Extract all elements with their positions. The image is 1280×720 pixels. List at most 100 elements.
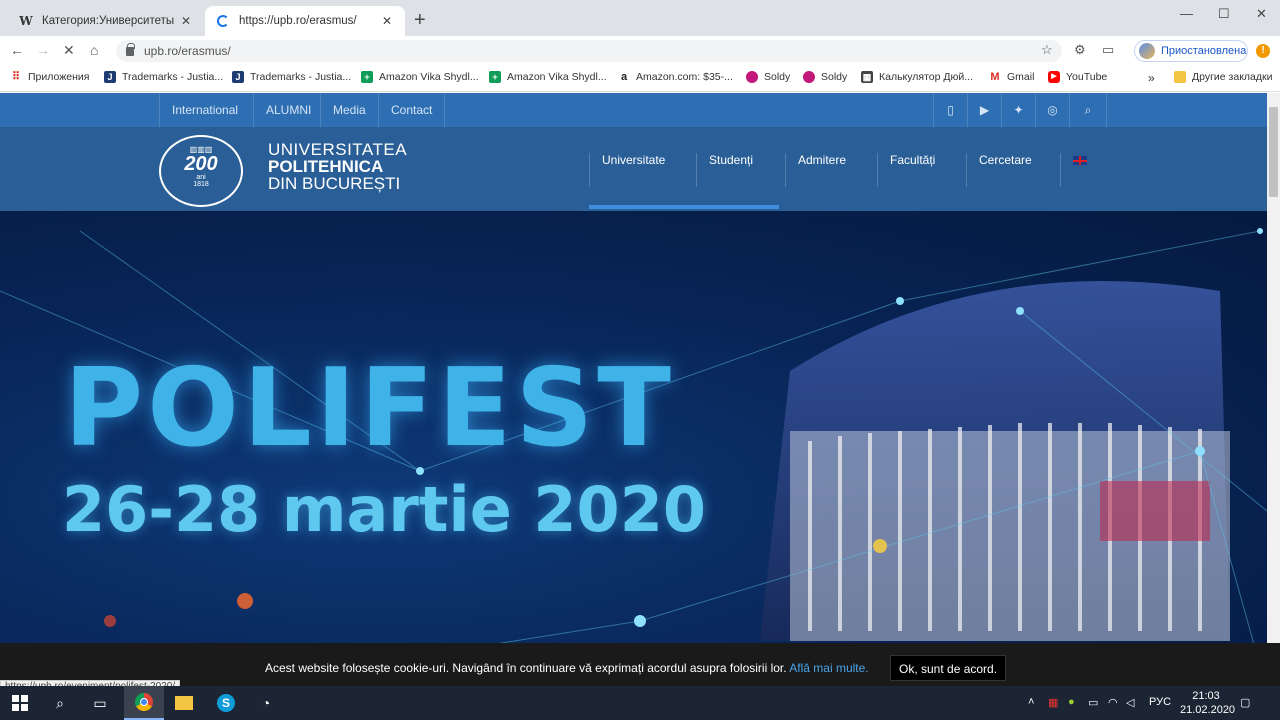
cookie-learn-more-link[interactable]: Află mai multe. — [789, 661, 868, 675]
lock-icon — [126, 42, 135, 56]
page-scrollbar[interactable] — [1267, 93, 1280, 693]
windows-taskbar: ⌕ ▭ S ◔ ˄ ▦ ● ▭ ◠ ◁ РУС 21:03 21.02.2020… — [0, 686, 1280, 720]
bookmark-apps[interactable]: ⠿ Приложения — [10, 71, 89, 83]
bookmark-item[interactable]: + Amazon Vika Shydl... — [361, 71, 479, 83]
bookmark-label: YouTube — [1066, 71, 1108, 83]
bookmarks-bar: ⠿ Приложения J Trademarks - Justia... J … — [0, 66, 1280, 92]
bookmark-star-icon[interactable]: ☆ — [1041, 42, 1053, 58]
bookmark-item[interactable]: M Gmail — [989, 71, 1034, 83]
search-icon[interactable]: ⌕ — [1069, 93, 1107, 127]
justia-icon: J — [104, 71, 116, 83]
folder-icon — [1174, 71, 1186, 83]
bookmark-item[interactable]: Soldy — [746, 71, 790, 83]
main-nav-studenti[interactable]: Studenți — [696, 153, 753, 187]
nav-link-alumni[interactable]: ALUMNI — [253, 93, 323, 127]
cookie-accept-button[interactable]: Ok, sunt de acord. — [890, 655, 1007, 681]
avatar — [1139, 43, 1155, 59]
profile-button[interactable]: Приостановлена — [1134, 40, 1248, 62]
windows-logo-icon — [12, 695, 28, 711]
tab-upb-erasmus[interactable]: https://upb.ro/erasmus/ ✕ — [205, 6, 405, 36]
bookmark-item[interactable]: + Amazon Vika Shydl... — [489, 71, 607, 83]
bookmark-item[interactable]: ▶ YouTube — [1048, 71, 1107, 83]
main-nav-admitere[interactable]: Admitere — [785, 153, 846, 187]
file-explorer-icon[interactable] — [164, 686, 204, 720]
home-icon[interactable]: ⌂ — [90, 42, 98, 58]
skype-icon[interactable]: S — [206, 686, 246, 720]
main-nav-universitate[interactable]: Universitate — [589, 153, 665, 187]
bookmark-label: Trademarks - Justia... — [122, 71, 224, 83]
close-window-button[interactable]: ✕ — [1256, 6, 1267, 22]
nav-link-media[interactable]: Media — [320, 93, 378, 127]
more-bookmarks-button[interactable]: » — [1148, 71, 1155, 85]
maximize-button[interactable]: ☐ — [1218, 6, 1230, 22]
battery-icon[interactable]: ▭ — [1088, 696, 1098, 709]
bookmark-label: Amazon.com: $35-... — [636, 71, 733, 83]
amazon-icon: a — [620, 71, 628, 83]
profile-status: Приостановлена — [1161, 45, 1247, 57]
soldy-icon — [746, 71, 758, 83]
nav-link-international[interactable]: International — [159, 93, 250, 127]
bookmark-item[interactable]: J Trademarks - Justia... — [104, 71, 223, 83]
tab-title: https://upb.ro/erasmus/ — [239, 15, 357, 27]
bookmark-item[interactable]: a Amazon.com: $35-... — [618, 71, 733, 83]
new-tab-button[interactable]: + — [414, 10, 426, 30]
twitter-icon[interactable]: ✦ — [1001, 93, 1035, 127]
tray-app-icon[interactable]: ▦ — [1048, 696, 1058, 709]
app-taskbar-icon[interactable]: ◔ — [246, 686, 286, 720]
chrome-taskbar-icon[interactable] — [124, 686, 164, 720]
site-top-bar: International ALUMNI Media Contact ▯ ▶ ✦… — [0, 93, 1267, 127]
show-hidden-icons[interactable]: ˄ — [1028, 696, 1034, 708]
wifi-icon[interactable]: ◠ — [1108, 696, 1118, 709]
bookmark-label: Gmail — [1007, 71, 1035, 83]
tray-shield-icon[interactable]: ● — [1068, 696, 1075, 708]
active-nav-indicator — [589, 205, 779, 209]
stop-loading-icon[interactable]: ✕ — [63, 42, 75, 58]
main-nav-cercetare[interactable]: Cercetare — [966, 153, 1032, 187]
cast-icon[interactable]: ▭ — [1102, 42, 1114, 58]
bookmark-item[interactable]: ▦ Калькулятор Дюй... — [861, 71, 973, 83]
browser-toolbar: ← → ✕ ⌂ upb.ro/erasmus/ — [0, 36, 1280, 66]
logo-line-1: UNIVERSITATEA — [268, 140, 408, 159]
youtube-icon[interactable]: ▶ — [967, 93, 1001, 127]
close-tab-icon[interactable]: ✕ — [379, 14, 395, 28]
bookmark-label: Приложения — [28, 71, 90, 83]
university-logo-badge[interactable]: ▥▥▥ 200 ani 1818 — [159, 135, 243, 207]
bookmark-item[interactable]: Soldy — [803, 71, 847, 83]
forward-arrow-icon[interactable]: → — [36, 42, 50, 58]
bookmark-label: Soldy — [821, 71, 848, 83]
nav-link-contact[interactable]: Contact — [378, 93, 446, 127]
extension-icon[interactable]: ⚙ — [1074, 42, 1086, 58]
instagram-icon[interactable]: ◎ — [1035, 93, 1069, 127]
task-view-icon[interactable]: ▭ — [80, 686, 120, 720]
other-bookmarks-folder[interactable]: Другие закладки — [1174, 71, 1272, 83]
notifications-icon[interactable]: ▢ — [1240, 696, 1250, 709]
tab-wikipedia[interactable]: W Категория:Университеты Румы ✕ — [8, 6, 204, 36]
back-arrow-icon[interactable]: ← — [10, 42, 24, 58]
justia-icon: J — [232, 71, 244, 83]
volume-icon[interactable]: ◁ — [1126, 696, 1134, 709]
hero-banner[interactable]: POLIFEST 26-28 martie 2020 — [0, 211, 1267, 693]
close-tab-icon[interactable]: ✕ — [178, 14, 194, 28]
logo-line-2: POLITEHNICA — [268, 157, 384, 176]
scrollbar-thumb[interactable] — [1269, 107, 1278, 197]
gmail-icon: M — [990, 71, 1000, 83]
main-nav-facultati[interactable]: Facultăți — [877, 153, 935, 187]
loading-spinner-icon — [215, 13, 231, 29]
minimize-button[interactable]: — — [1180, 6, 1193, 21]
windows-start-icon[interactable] — [0, 686, 40, 720]
update-alert-icon[interactable]: ! — [1256, 44, 1270, 58]
address-bar[interactable]: upb.ro/erasmus/ — [116, 40, 1062, 62]
badge-number: 200 — [184, 153, 218, 175]
sheets-icon: + — [361, 71, 373, 83]
language-indicator[interactable]: РУС — [1149, 696, 1171, 708]
site-header: ▥▥▥ 200 ani 1818 UNIVERSITATEA POLITEHNI… — [0, 127, 1267, 211]
bookmark-item[interactable]: J Trademarks - Justia... — [232, 71, 351, 83]
badge-year: 1818 — [193, 181, 209, 188]
uk-flag-icon[interactable] — [1060, 153, 1087, 187]
university-name[interactable]: UNIVERSITATEA POLITEHNICA DIN BUCUREȘTI — [268, 141, 407, 192]
wikipedia-icon: W — [19, 14, 33, 28]
search-icon[interactable]: ⌕ — [40, 686, 80, 720]
square-icon[interactable]: ▯ — [933, 93, 967, 127]
clock[interactable]: 21:03 21.02.2020 — [1180, 689, 1235, 717]
chrome-icon — [135, 693, 153, 711]
